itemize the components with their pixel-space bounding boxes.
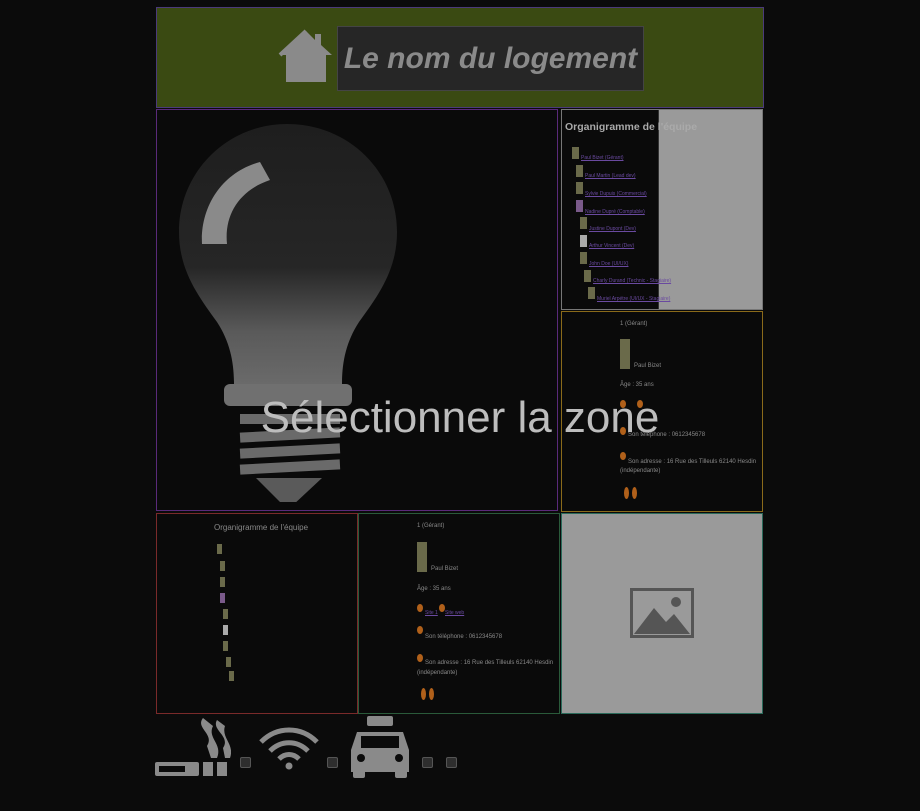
extra-checkbox[interactable] — [446, 757, 457, 768]
org-chart-zone-small[interactable]: Organigramme de l'équipe — [156, 513, 358, 714]
avatar — [576, 182, 583, 194]
avatar — [580, 235, 587, 247]
avatar — [223, 641, 228, 651]
social-icon[interactable] — [421, 688, 426, 700]
social-icon[interactable] — [632, 487, 637, 499]
detail-header: 1 (Gérant) — [417, 523, 445, 529]
person-age: Âge : 35 ans — [417, 586, 451, 592]
taxi-icon[interactable] — [347, 714, 413, 778]
org-chart-preview: Organigramme de l'équipe Paul Bizet (Gér… — [562, 110, 697, 309]
org-member-link[interactable]: John Doe (UI/UX) — [589, 261, 628, 267]
select-zone-label[interactable]: Sélectionner la zone — [156, 388, 764, 448]
image-placeholder-icon — [630, 588, 694, 638]
home-icon — [278, 29, 332, 82]
person-address: Son adresse : 16 Rue des Tilleuls 62140 … — [425, 660, 554, 666]
person-phone: Son téléphone : 0612345678 — [425, 634, 503, 640]
org-member-link[interactable]: Muriel Arpétre (UI/UX - Stagiaire) — [597, 296, 670, 302]
property-name: Le nom du logement — [343, 41, 638, 75]
amenities-bar — [155, 714, 465, 780]
avatar — [223, 625, 228, 635]
avatar — [217, 544, 222, 554]
person-photo — [417, 542, 427, 572]
social-icon[interactable] — [624, 487, 629, 499]
org-member-link[interactable]: Paul Bizet (Gérant) — [581, 155, 624, 161]
avatar — [576, 165, 583, 177]
org-chart-title: Organigramme de l'équipe — [214, 523, 309, 532]
avatar — [229, 671, 234, 681]
avatar — [220, 577, 225, 587]
social-icon[interactable] — [429, 688, 434, 700]
avatar — [588, 287, 595, 299]
person-name: Paul Bizet — [634, 363, 662, 369]
taxi-checkbox[interactable] — [422, 757, 433, 768]
org-chart-title: Organigramme de l'équipe — [565, 121, 698, 133]
location-icon — [417, 604, 423, 612]
avatar — [220, 593, 225, 603]
person-detail-zone-2[interactable]: 1 (Gérant) Paul Bizet Âge : 35 ans Site … — [358, 513, 560, 714]
wifi-icon[interactable] — [259, 726, 319, 770]
person-address: Son adresse : 16 Rue des Tilleuls 62140 … — [628, 459, 757, 465]
phone-icon — [417, 626, 423, 634]
title-box[interactable]: Le nom du logement — [337, 26, 644, 91]
avatar — [580, 252, 587, 264]
person-photo — [620, 339, 630, 369]
org-member-link[interactable]: Charly Durand (Technic - Stagiaire) — [593, 278, 671, 284]
header-bar: Le nom du logement — [156, 7, 764, 108]
avatar — [576, 200, 583, 212]
avatar — [226, 657, 231, 667]
home-address-icon — [417, 654, 423, 662]
image-zone[interactable] — [561, 513, 763, 714]
org-member-link[interactable]: Nadine Dupré (Comptable) — [585, 209, 645, 215]
website-link[interactable]: Site web — [445, 610, 464, 616]
org-chart-zone[interactable]: Organigramme de l'équipe Paul Bizet (Gér… — [561, 109, 763, 310]
avatar — [220, 561, 225, 571]
home-address-icon — [620, 452, 626, 460]
smoking-checkbox[interactable] — [240, 757, 251, 768]
person-address-extra: (indépendante) — [620, 468, 661, 474]
person-address-extra: (indépendante) — [417, 670, 458, 676]
avatar — [223, 609, 228, 619]
person-name: Paul Bizet — [431, 566, 459, 572]
org-member-link[interactable]: Paul Martin (Lead dev) — [585, 173, 636, 179]
avatar — [572, 147, 579, 159]
detail-header: 1 (Gérant) — [620, 321, 648, 327]
org-member-link[interactable]: Justine Dupont (Dev) — [589, 226, 636, 232]
avatar — [580, 217, 587, 229]
wifi-checkbox[interactable] — [327, 757, 338, 768]
website-link[interactable]: Site 1 — [425, 610, 438, 616]
avatar — [584, 270, 591, 282]
main-zone[interactable] — [156, 109, 558, 511]
org-member-link[interactable]: Sylvie Dupuis (Commercial) — [585, 191, 647, 197]
org-member-link[interactable]: Arthur Vincent (Dev) — [589, 243, 634, 249]
smoking-icon[interactable] — [155, 716, 231, 778]
